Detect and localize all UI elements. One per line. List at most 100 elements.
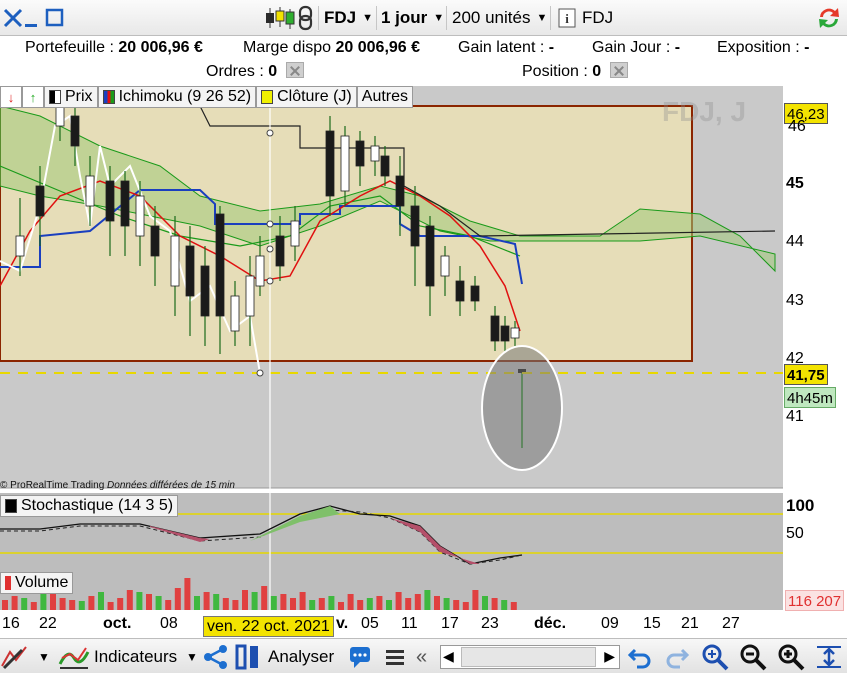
- candle-body: [200, 265, 210, 317]
- volume-bar: [453, 600, 460, 610]
- timeframe-selector[interactable]: 1 jour ▼: [381, 5, 444, 31]
- volume-bar: [338, 602, 344, 610]
- volume-bar: [136, 592, 143, 610]
- fit-vertical-icon[interactable]: [814, 643, 844, 671]
- indicators-button[interactable]: Indicateurs: [58, 643, 177, 671]
- volume-bar: [357, 600, 364, 610]
- indicators-label: Indicateurs: [94, 647, 178, 666]
- volume-title[interactable]: Volume: [0, 572, 74, 594]
- zoom-out-icon[interactable]: [738, 643, 768, 671]
- margin-value: 20 006,96 €: [335, 39, 421, 56]
- candle-body: [245, 275, 255, 317]
- symbol-selector[interactable]: FDJ ▼: [324, 5, 373, 31]
- stochastic-label: Stochastique (14 3 5): [21, 497, 174, 514]
- candle-body: [500, 325, 510, 342]
- volume-bar: [98, 592, 104, 610]
- drawing-tool-icon[interactable]: [0, 643, 32, 671]
- scroll-right-icon[interactable]: ▶: [604, 648, 615, 665]
- volume-bar: [78, 601, 85, 610]
- volume-bar: [69, 600, 76, 610]
- link-icon[interactable]: [296, 5, 316, 31]
- chevron-down-icon[interactable]: ▼: [38, 643, 50, 671]
- undo-icon[interactable]: [627, 643, 653, 671]
- volume-bar: [213, 594, 220, 610]
- x-tick: 17: [441, 615, 459, 632]
- volume-bar: [510, 602, 517, 610]
- crosshair-dot: [266, 277, 274, 285]
- candle-body: [185, 245, 195, 297]
- volume-bar: [146, 594, 152, 610]
- legend-others[interactable]: Autres: [356, 86, 414, 108]
- volume-bar: [318, 598, 325, 610]
- chart-scrollbar[interactable]: ◀ ▶: [440, 645, 620, 669]
- close-icon[interactable]: [2, 5, 24, 31]
- y-tick: 45: [786, 175, 804, 192]
- legend-ichimoku[interactable]: Ichimoku (9 26 52): [97, 86, 257, 108]
- close-position-icon[interactable]: [609, 62, 628, 78]
- comment-icon[interactable]: [348, 643, 374, 671]
- exposure-info: Exposition : -: [717, 39, 810, 57]
- toolbar-separator: [446, 6, 447, 30]
- arrow-down-icon[interactable]: ↓: [0, 86, 22, 108]
- candle-body: [370, 145, 380, 162]
- analyze-button[interactable]: Analyser: [234, 643, 334, 671]
- zoom-fit-icon[interactable]: [700, 643, 730, 671]
- menu-icon[interactable]: [384, 643, 406, 671]
- source-note-text: © ProRealTime Trading: [0, 480, 105, 491]
- volume-bar: [366, 598, 373, 610]
- source-note: © ProRealTime Trading Données différées …: [0, 480, 235, 491]
- x-tick: 11: [401, 615, 418, 632]
- volume-bar: [194, 596, 200, 610]
- candlestick-type-icon[interactable]: [264, 5, 296, 31]
- legend-close[interactable]: Clôture (J): [256, 86, 357, 108]
- x-tick: 15: [643, 615, 661, 632]
- legend-price[interactable]: Prix: [44, 86, 98, 108]
- indicators-icon: [58, 647, 90, 669]
- symbol-label: FDJ: [324, 8, 357, 27]
- info-icon[interactable]: i: [558, 5, 576, 31]
- zoom-in-icon[interactable]: [776, 643, 806, 671]
- stochastic-title[interactable]: Stochastique (14 3 5): [0, 495, 179, 517]
- arrow-up-icon[interactable]: ↑: [22, 86, 44, 108]
- redo-icon[interactable]: [664, 643, 690, 671]
- day-gain-value: -: [674, 39, 681, 56]
- minimize-icon[interactable]: [22, 5, 40, 31]
- chevron-down-icon: ▼: [433, 12, 445, 24]
- scroll-start-icon[interactable]: «: [416, 643, 427, 671]
- maximize-icon[interactable]: [44, 5, 66, 31]
- refresh-icon[interactable]: [815, 5, 843, 31]
- day-gain-info: Gain Jour : -: [592, 39, 680, 57]
- ichimoku-swatch: [102, 90, 115, 104]
- share-icon[interactable]: [202, 643, 230, 671]
- volume-bar: [472, 590, 479, 610]
- x-tick: 05: [361, 615, 379, 632]
- chart-area[interactable]: [0, 86, 847, 638]
- chevron-down-icon[interactable]: ▼: [186, 643, 198, 671]
- y-tick: 42: [786, 350, 804, 367]
- chevron-down-icon: ▼: [362, 12, 374, 24]
- volume-value-tag: 116 207: [785, 590, 845, 611]
- annotation-ellipse: [481, 345, 563, 471]
- volume-bar: [165, 600, 172, 610]
- x-tick: 21: [681, 615, 699, 632]
- portfolio-label: Portefeuille :: [25, 39, 114, 56]
- portfolio-value: 20 006,96 €: [118, 39, 203, 56]
- volume-bar: [405, 598, 412, 610]
- legend-ichimoku-label: Ichimoku (9 26 52): [118, 88, 252, 105]
- analyze-icon: [235, 644, 258, 670]
- scrollbar-thumb[interactable]: [461, 647, 596, 667]
- margin-label: Marge dispo: [243, 39, 332, 56]
- legend-price-label: Prix: [65, 88, 93, 105]
- chart-canvas[interactable]: [0, 86, 847, 638]
- units-selector[interactable]: 200 unités ▼: [452, 5, 547, 31]
- x-tick: v.: [336, 615, 349, 632]
- chart-watermark: FDJ, J: [662, 96, 747, 127]
- day-gain-label: Gain Jour :: [592, 39, 671, 56]
- crosshair-dot: [266, 220, 274, 228]
- volume-bar: [309, 600, 316, 610]
- volume-bar: [386, 600, 392, 610]
- cancel-orders-icon[interactable]: [285, 62, 304, 78]
- scroll-left-icon[interactable]: ◀: [443, 648, 454, 665]
- candle-body: [35, 185, 45, 217]
- position-info: Position : 0: [522, 62, 628, 81]
